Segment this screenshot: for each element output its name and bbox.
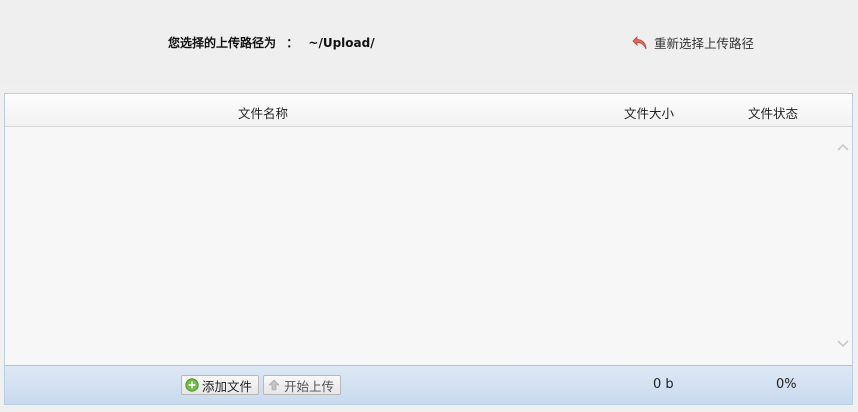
column-header-status[interactable]: 文件状态 [748, 103, 798, 122]
path-label-text: 您选择的上传路径为 [168, 36, 277, 50]
total-size: 0 b [653, 377, 674, 392]
scroll-down-icon[interactable] [836, 336, 850, 350]
start-upload-label: 开始上传 [284, 378, 335, 394]
upload-path-label: 您选择的上传路径为 ： ~/Upload/ [168, 34, 375, 51]
add-file-label: 添加文件 [202, 378, 253, 394]
add-circle-icon [185, 378, 199, 392]
total-progress-percent: 0% [776, 377, 797, 392]
start-upload-button[interactable]: 开始上传 [263, 375, 341, 395]
reselect-label: 重新选择上传路径 [654, 36, 755, 51]
scroll-up-icon[interactable] [836, 141, 850, 155]
undo-arrow-icon [632, 35, 647, 49]
add-file-button[interactable]: 添加文件 [181, 375, 259, 395]
path-value: ~/Upload/ [308, 36, 375, 50]
column-header-size[interactable]: 文件大小 [624, 103, 674, 122]
column-header-name[interactable]: 文件名称 [238, 103, 288, 122]
grid-header: 文件名称 文件大小 文件状态 [5, 94, 852, 127]
file-list[interactable] [5, 127, 852, 366]
grid-footer: 添加文件 开始上传 0 b 0% [5, 365, 852, 404]
reselect-path-link[interactable]: 重新选择上传路径 [632, 33, 754, 52]
top-bar: 您选择的上传路径为 ： ~/Upload/ 重新选择上传路径 [0, 0, 858, 86]
path-separator: ： [286, 36, 299, 50]
upload-panel: 文件名称 文件大小 文件状态 添加文件 开始上传 0 b 0% [4, 93, 853, 405]
upload-arrow-icon [268, 379, 280, 391]
